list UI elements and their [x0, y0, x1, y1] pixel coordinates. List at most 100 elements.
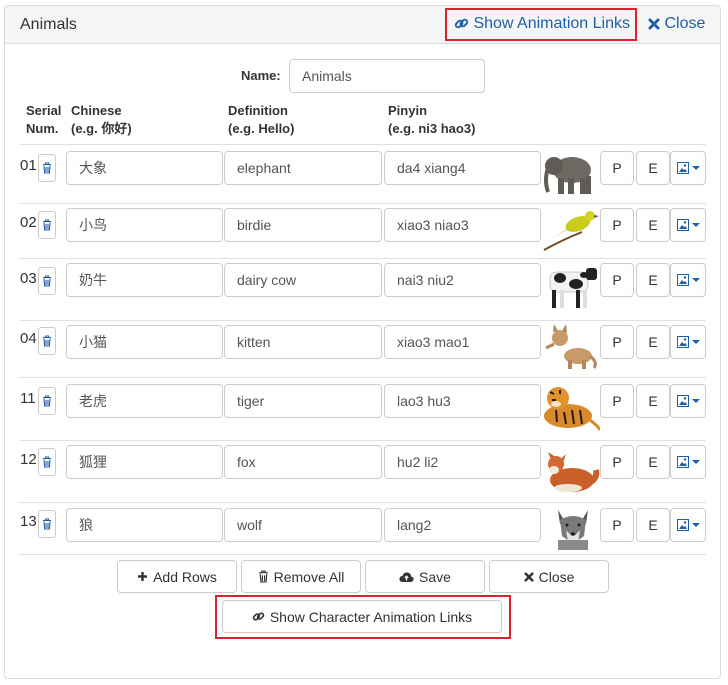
trash-icon	[43, 275, 51, 287]
show-character-animation-links-button[interactable]: Show Character Animation Links	[222, 600, 502, 633]
footer-close-button[interactable]: Close	[489, 560, 609, 593]
pinyin-input[interactable]: nai3 niu2	[384, 263, 541, 297]
chinese-input[interactable]: 大象	[66, 151, 223, 185]
delete-row-button[interactable]	[38, 327, 56, 355]
e-button[interactable]: E	[636, 208, 670, 242]
e-button[interactable]: E	[636, 384, 670, 418]
chevron-down-icon	[691, 340, 700, 344]
row-number: 02	[20, 214, 37, 231]
dialog-title: Animals	[20, 16, 77, 33]
image-icon	[676, 274, 689, 286]
delete-row-button[interactable]	[38, 154, 56, 182]
close-icon	[648, 18, 660, 30]
show-animation-links-label: Show Animation Links	[473, 15, 630, 32]
p-button[interactable]: P	[600, 208, 634, 242]
image-icon	[676, 219, 689, 231]
image-icon	[676, 336, 689, 348]
close-icon	[524, 571, 534, 582]
e-button[interactable]: E	[636, 445, 670, 479]
row-divider	[19, 440, 706, 441]
image-icon	[676, 162, 689, 174]
delete-row-button[interactable]	[38, 211, 56, 239]
p-button[interactable]: P	[600, 151, 634, 185]
chinese-input[interactable]: 奶牛	[66, 263, 223, 297]
definition-input[interactable]: wolf	[224, 508, 382, 542]
plus-icon	[138, 572, 148, 581]
row-number: 04	[20, 330, 37, 347]
row-divider	[19, 258, 706, 259]
pinyin-input[interactable]: lang2	[384, 508, 541, 542]
row-number: 01	[20, 157, 37, 174]
pinyin-input[interactable]: lao3 hu3	[384, 384, 541, 418]
show-animation-links-button[interactable]: Show Animation Links	[454, 15, 630, 33]
header-close-label: Close	[664, 15, 706, 32]
row-divider	[19, 203, 706, 204]
p-button[interactable]: P	[600, 325, 634, 359]
definition-input[interactable]: elephant	[224, 151, 382, 185]
definition-input[interactable]: fox	[224, 445, 382, 479]
delete-row-button[interactable]	[38, 448, 56, 476]
kitten-icon	[545, 324, 597, 369]
image-dropdown-button[interactable]	[670, 445, 706, 479]
cow-icon	[549, 268, 597, 308]
p-button[interactable]: P	[600, 508, 634, 542]
chinese-input[interactable]: 狼	[66, 508, 223, 542]
pinyin-input[interactable]: hu2 li2	[384, 445, 541, 479]
definition-input[interactable]: kitten	[224, 325, 382, 359]
chevron-down-icon	[691, 223, 700, 227]
pinyin-input[interactable]: xiao3 mao1	[384, 325, 541, 359]
remove-all-button[interactable]: Remove All	[241, 560, 361, 593]
row-number: 13	[20, 513, 37, 530]
image-dropdown-button[interactable]	[670, 384, 706, 418]
save-button[interactable]: Save	[365, 560, 485, 593]
trash-icon	[43, 162, 51, 174]
delete-row-button[interactable]	[38, 387, 56, 415]
delete-row-button[interactable]	[38, 267, 56, 295]
chinese-input[interactable]: 老虎	[66, 384, 223, 418]
e-button[interactable]: E	[636, 325, 670, 359]
name-input[interactable]: Animals	[289, 59, 485, 93]
trash-icon	[43, 518, 51, 530]
fox-icon	[548, 452, 600, 492]
row-divider	[19, 320, 706, 321]
remove-all-label: Remove All	[273, 568, 345, 585]
delete-row-button[interactable]	[38, 510, 56, 538]
e-button[interactable]: E	[636, 508, 670, 542]
column-header-chinese: Chinese (e.g. 你好)	[71, 103, 132, 136]
link-icon	[454, 19, 469, 29]
image-icon	[676, 519, 689, 531]
definition-input[interactable]: dairy cow	[224, 263, 382, 297]
pinyin-input[interactable]: xiao3 niao3	[384, 208, 541, 242]
image-dropdown-button[interactable]	[670, 151, 706, 185]
trash-icon	[43, 456, 51, 468]
trash-icon	[258, 570, 268, 583]
tiger-icon	[544, 387, 600, 431]
image-dropdown-button[interactable]	[670, 508, 706, 542]
elephant-icon	[544, 157, 591, 194]
e-button[interactable]: E	[636, 151, 670, 185]
row-number: 11	[20, 390, 36, 407]
definition-input[interactable]: tiger	[224, 384, 382, 418]
add-rows-button[interactable]: Add Rows	[117, 560, 237, 593]
chevron-down-icon	[691, 166, 700, 170]
image-dropdown-button[interactable]	[670, 208, 706, 242]
image-dropdown-button[interactable]	[670, 325, 706, 359]
add-rows-label: Add Rows	[153, 568, 217, 585]
chevron-down-icon	[691, 399, 700, 403]
row-divider	[19, 144, 706, 145]
definition-input[interactable]: birdie	[224, 208, 382, 242]
e-button[interactable]: E	[636, 263, 670, 297]
p-button[interactable]: P	[600, 445, 634, 479]
chinese-input[interactable]: 小鸟	[66, 208, 223, 242]
header-close-button[interactable]: Close	[648, 15, 705, 33]
image-dropdown-button[interactable]	[670, 263, 706, 297]
row-divider	[19, 554, 706, 555]
save-label: Save	[419, 568, 451, 585]
pinyin-input[interactable]: da4 xiang4	[384, 151, 541, 185]
chinese-input[interactable]: 狐狸	[66, 445, 223, 479]
image-icon	[676, 395, 689, 407]
chinese-input[interactable]: 小猫	[66, 325, 223, 359]
p-button[interactable]: P	[600, 384, 634, 418]
p-button[interactable]: P	[600, 263, 634, 297]
name-label: Name:	[241, 68, 281, 83]
